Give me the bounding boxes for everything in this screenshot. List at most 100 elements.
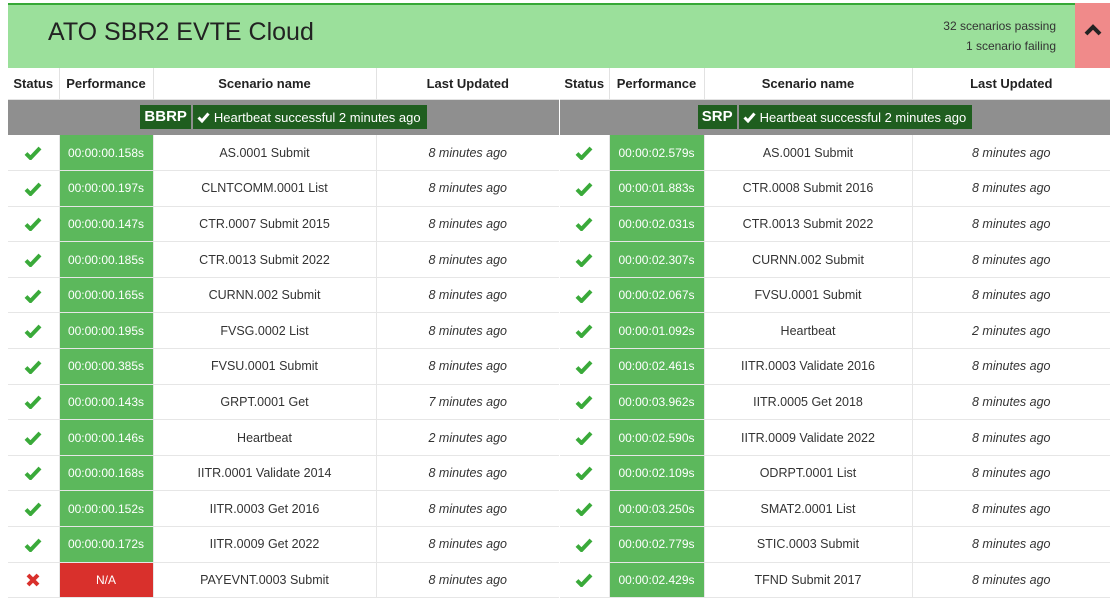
table-row[interactable]: 00:00:03.962s IITR.0005 Get 2018 8 minutes… bbox=[560, 384, 1110, 421]
performance-cell: 00:00:00.197s bbox=[59, 170, 154, 207]
table-row[interactable]: 00:00:00.195s FVSG.0002 List 8 minutes ago bbox=[8, 312, 559, 350]
status-cell bbox=[8, 170, 60, 207]
last-updated-cell: 8 minutes ago bbox=[912, 526, 1110, 563]
scenario-name-cell: IITR.0003 Get 2016 bbox=[153, 490, 377, 528]
last-updated-cell: 8 minutes ago bbox=[376, 348, 559, 385]
table-row[interactable]: 00:00:02.590s IITR.0009 Validate 2022 8 mi… bbox=[560, 419, 1110, 456]
performance-cell: 00:00:00.152s bbox=[59, 490, 154, 528]
table-row[interactable]: 00:00:00.172s IITR.0009 Get 2022 8 minutes… bbox=[8, 526, 559, 563]
column-header-status[interactable]: Status bbox=[560, 68, 610, 100]
table-row[interactable]: N/A PAYEVNT.0003 Submit 8 minutes ago bbox=[8, 562, 559, 599]
bbrp-panel: Status Performance Scenario name Last Up… bbox=[8, 68, 559, 599]
table-row[interactable]: 00:00:00.185s CTR.0013 Submit 2022 8 minut… bbox=[8, 241, 559, 278]
column-header-scenario[interactable]: Scenario name bbox=[153, 68, 377, 100]
performance-cell: 00:00:03.962s bbox=[609, 384, 705, 421]
heartbeat-banner: SRP Heartbeat successful 2 minutes ago bbox=[560, 105, 1110, 130]
status-cell bbox=[560, 170, 610, 207]
table-row[interactable]: 00:00:00.147s CTR.0007 Submit 2015 8 minut… bbox=[8, 206, 559, 243]
status-cell bbox=[560, 348, 610, 385]
scenario-name-cell: CURNN.002 Submit bbox=[153, 277, 377, 314]
table-row[interactable]: 00:00:03.250s SMAT2.0001 List 8 minutes ag… bbox=[560, 490, 1110, 528]
status-cell bbox=[8, 490, 60, 528]
scenario-name-cell: ODRPT.0001 List bbox=[704, 455, 913, 492]
status-cell bbox=[8, 206, 60, 243]
status-cell bbox=[8, 384, 60, 421]
last-updated-cell: 8 minutes ago bbox=[912, 490, 1110, 528]
performance-cell: 00:00:02.590s bbox=[609, 419, 705, 456]
page-title: ATO SBR2 EVTE Cloud bbox=[48, 18, 314, 46]
table-row[interactable]: 00:00:00.168s IITR.0001 Validate 2014 8 mi… bbox=[8, 455, 559, 492]
column-header-scenario[interactable]: Scenario name bbox=[704, 68, 913, 100]
table-row[interactable]: 00:00:02.429s TFND Submit 2017 8 minutes a… bbox=[560, 562, 1110, 599]
scenario-name-cell: AS.0001 Submit bbox=[153, 135, 377, 172]
status-cell bbox=[8, 277, 60, 314]
table-row[interactable]: 00:00:02.109s ODRPT.0001 List 8 minutes ag… bbox=[560, 455, 1110, 492]
collapse-toggle-button[interactable] bbox=[1075, 3, 1110, 70]
table-row[interactable]: 00:00:01.092s Heartbeat 2 minutes ago bbox=[560, 312, 1110, 350]
check-icon bbox=[575, 431, 593, 445]
status-cell bbox=[8, 526, 60, 563]
last-updated-cell: 8 minutes ago bbox=[376, 490, 559, 528]
table-row[interactable]: 00:00:00.146s Heartbeat 2 minutes ago bbox=[8, 419, 559, 456]
table-row[interactable]: 00:00:00.158s AS.0001 Submit 8 minutes ago bbox=[8, 135, 559, 172]
table-row[interactable]: 00:00:02.307s CURNN.002 Submit 8 minutes a… bbox=[560, 241, 1110, 278]
status-cell bbox=[560, 241, 610, 278]
scenario-name-cell: PAYEVNT.0003 Submit bbox=[153, 562, 377, 599]
table-row[interactable]: 00:00:01.883s CTR.0008 Submit 2016 8 minut… bbox=[560, 170, 1110, 207]
status-cell bbox=[560, 526, 610, 563]
last-updated-cell: 8 minutes ago bbox=[376, 241, 559, 278]
table-row[interactable]: 00:00:02.031s CTR.0013 Submit 2022 8 minut… bbox=[560, 206, 1110, 243]
check-icon bbox=[24, 324, 42, 339]
table-header-row: Status Performance Scenario name Last Up… bbox=[560, 68, 1110, 100]
column-header-status[interactable]: Status bbox=[8, 68, 60, 100]
column-header-updated[interactable]: Last Updated bbox=[376, 68, 559, 100]
column-header-performance[interactable]: Performance bbox=[609, 68, 705, 100]
last-updated-cell: 8 minutes ago bbox=[376, 455, 559, 492]
performance-cell: 00:00:01.883s bbox=[609, 170, 705, 207]
last-updated-cell: 8 minutes ago bbox=[912, 419, 1110, 456]
table-row[interactable]: 00:00:02.579s AS.0001 Submit 8 minutes ago bbox=[560, 135, 1110, 172]
check-icon bbox=[24, 502, 42, 517]
check-icon bbox=[575, 217, 593, 232]
table-row[interactable]: 00:00:02.067s FVSU.0001 Submit 8 minutes a… bbox=[560, 277, 1110, 314]
check-icon bbox=[24, 431, 42, 445]
last-updated-cell: 8 minutes ago bbox=[376, 277, 559, 314]
dashboard-header: ATO SBR2 EVTE Cloud 32 scenarios passing… bbox=[8, 3, 1110, 70]
status-cell bbox=[560, 562, 610, 599]
table-row[interactable]: 00:00:02.779s STIC.0003 Submit 8 minutes a… bbox=[560, 526, 1110, 563]
last-updated-cell: 2 minutes ago bbox=[376, 419, 559, 456]
scenario-name-cell: CTR.0013 Submit 2022 bbox=[153, 241, 377, 278]
status-cell bbox=[8, 348, 60, 385]
table-row[interactable]: 00:00:00.152s IITR.0003 Get 2016 8 minutes… bbox=[8, 490, 559, 528]
last-updated-cell: 8 minutes ago bbox=[912, 170, 1110, 207]
status-cell bbox=[560, 206, 610, 243]
last-updated-cell: 8 minutes ago bbox=[376, 206, 559, 243]
check-icon bbox=[24, 289, 42, 303]
performance-cell: 00:00:00.185s bbox=[59, 241, 154, 278]
last-updated-cell: 8 minutes ago bbox=[912, 135, 1110, 172]
table-row[interactable]: 00:00:02.461s IITR.0003 Validate 2016 8 mi… bbox=[560, 348, 1110, 385]
column-header-performance[interactable]: Performance bbox=[59, 68, 154, 100]
performance-cell: 00:00:01.092s bbox=[609, 312, 705, 350]
check-icon bbox=[575, 146, 593, 160]
table-row[interactable]: 00:00:00.143s GRPT.0001 Get 7 minutes ago bbox=[8, 384, 559, 421]
scenario-name-cell: IITR.0003 Validate 2016 bbox=[704, 348, 913, 385]
table-row[interactable]: 00:00:00.385s FVSU.0001 Submit 8 minutes a… bbox=[8, 348, 559, 385]
status-cell bbox=[560, 455, 610, 492]
table-row[interactable]: 00:00:00.197s CLNTCOMM.0001 List 8 minutes… bbox=[8, 170, 559, 207]
check-icon bbox=[575, 182, 593, 196]
last-updated-cell: 8 minutes ago bbox=[912, 206, 1110, 243]
scenario-name-cell: FVSG.0002 List bbox=[153, 312, 377, 350]
status-cell bbox=[8, 241, 60, 278]
last-updated-cell: 8 minutes ago bbox=[376, 170, 559, 207]
check-icon bbox=[24, 467, 42, 481]
heartbeat-text: Heartbeat successful 2 minutes ago bbox=[213, 109, 421, 125]
scenario-name-cell: SMAT2.0001 List bbox=[704, 490, 913, 528]
table-row[interactable]: 00:00:00.165s CURNN.002 Submit 8 minutes a… bbox=[8, 277, 559, 314]
status-cell bbox=[560, 384, 610, 421]
srp-table: Status Performance Scenario name Last Up… bbox=[560, 68, 1110, 599]
last-updated-cell: 8 minutes ago bbox=[376, 135, 559, 172]
scenario-name-cell: TFND Submit 2017 bbox=[704, 562, 913, 599]
column-header-updated[interactable]: Last Updated bbox=[912, 68, 1110, 100]
check-icon bbox=[575, 289, 593, 303]
